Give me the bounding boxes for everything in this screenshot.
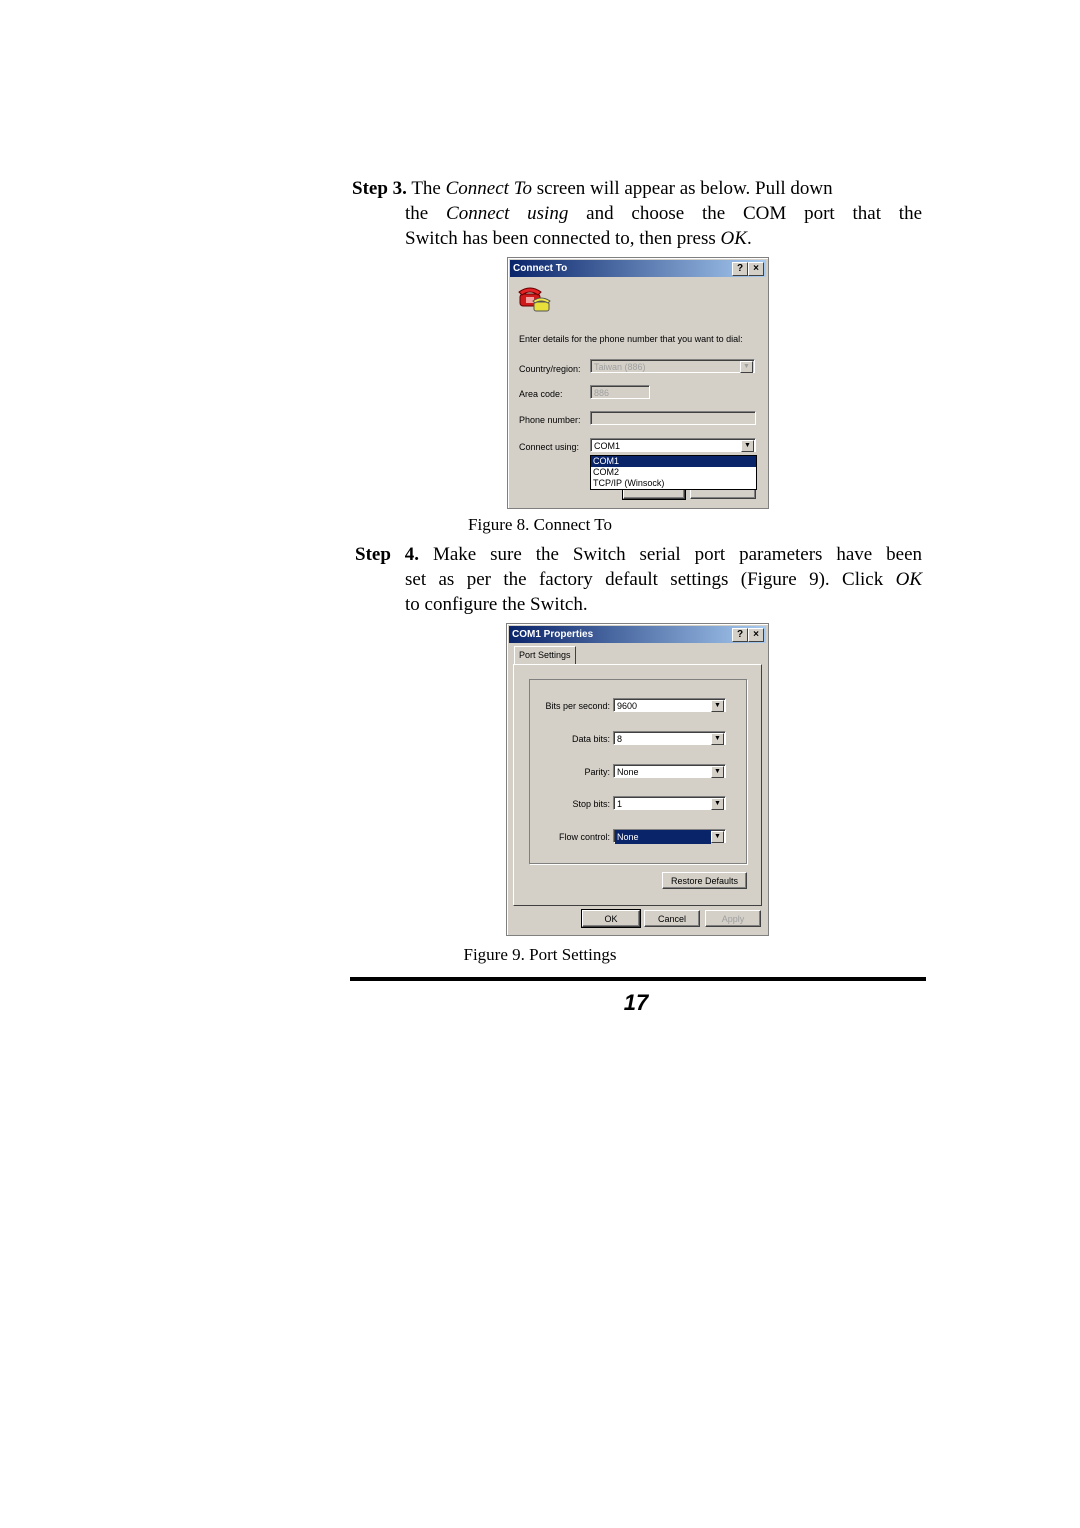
- connect-to-titlebar: Connect To ? ×: [510, 260, 766, 277]
- step-4-line-1: Step 4. Make sure the Switch serial port…: [352, 542, 922, 567]
- dropdown-arrow-icon[interactable]: ▼: [711, 733, 724, 745]
- footer-rule: [350, 977, 926, 981]
- emphasis-connect-using: Connect using: [446, 203, 569, 224]
- restore-defaults-button[interactable]: Restore Defaults: [662, 872, 747, 889]
- country-value: Taiwan (886): [594, 362, 646, 372]
- dropdown-arrow-icon[interactable]: ▼: [711, 700, 724, 712]
- step-3-line-1: Step 3. The Connect To screen will appea…: [352, 176, 922, 201]
- flow-control-label: Flow control:: [558, 832, 610, 842]
- emphasis-ok: OK: [895, 569, 922, 590]
- emphasis-ok: OK: [720, 228, 747, 249]
- text: set as per the factory default settings …: [405, 569, 896, 590]
- area-code-input[interactable]: 886: [590, 385, 650, 399]
- cancel-button[interactable]: Cancel: [644, 910, 700, 927]
- data-bits-select[interactable]: 8 ▼: [613, 731, 726, 745]
- step-4-label: Step 4.: [355, 544, 420, 565]
- figure-8-caption: Figure 8. Connect To: [468, 515, 612, 534]
- parity-label: Parity:: [584, 767, 610, 777]
- phone-number-input[interactable]: [590, 411, 756, 425]
- data-bits-label: Data bits:: [571, 734, 610, 744]
- help-button[interactable]: ?: [732, 628, 748, 642]
- step-4-line-2: set as per the factory default settings …: [352, 567, 922, 592]
- tab-port-settings[interactable]: Port Settings: [514, 646, 576, 664]
- step-3-line-2: the Connect using and choose the COM por…: [352, 201, 922, 226]
- parity-select[interactable]: None ▼: [613, 764, 726, 778]
- close-button[interactable]: ×: [748, 628, 764, 642]
- connect-using-select[interactable]: COM1 ▼: [590, 438, 756, 452]
- step-3-paragraph: Step 3. The Connect To screen will appea…: [352, 176, 922, 251]
- area-code-label: Area code:: [519, 389, 563, 399]
- dialog-title: COM1 Properties: [512, 629, 594, 640]
- text: the: [405, 203, 447, 224]
- connect-using-label: Connect using:: [519, 442, 580, 452]
- bits-per-second-value: 9600: [617, 701, 638, 711]
- bits-per-second-select[interactable]: 9600 ▼: [613, 698, 726, 712]
- figure-9-caption: Figure 9. Port Settings: [463, 945, 617, 964]
- ok-button[interactable]: OK: [581, 909, 641, 928]
- stop-bits-value: 1: [617, 799, 623, 809]
- flow-control-select[interactable]: None ▼: [613, 829, 726, 844]
- text: Make sure the Switch serial port paramet…: [432, 544, 922, 565]
- dropdown-arrow-icon[interactable]: ▼: [711, 831, 724, 843]
- stop-bits-select[interactable]: 1 ▼: [613, 796, 726, 810]
- apply-button[interactable]: Apply: [705, 910, 761, 927]
- step-3-line-3: Switch has been connected to, then press…: [352, 226, 922, 251]
- connect-using-value: COM1: [594, 441, 621, 451]
- close-button[interactable]: ×: [748, 262, 764, 276]
- dropdown-arrow-icon[interactable]: ▼: [711, 798, 724, 810]
- option-tcpip[interactable]: TCP/IP (Winsock): [591, 478, 756, 489]
- text: screen will appear as below. Pull down: [532, 178, 833, 199]
- text: The: [411, 178, 446, 199]
- country-label: Country/region:: [519, 364, 581, 374]
- help-button[interactable]: ?: [732, 262, 748, 276]
- dropdown-arrow-icon[interactable]: ▼: [740, 361, 753, 373]
- connect-using-list[interactable]: COM1 COM2 TCP/IP (Winsock): [590, 455, 757, 490]
- emphasis-connect-to: Connect To: [445, 178, 533, 199]
- option-com2[interactable]: COM2: [591, 467, 756, 478]
- stop-bits-label: Stop bits:: [572, 799, 610, 809]
- com1-properties-titlebar: COM1 Properties ? ×: [509, 626, 766, 643]
- telephone-icon: [518, 287, 551, 312]
- step-4-line-3: to configure the Switch.: [405, 594, 588, 615]
- data-bits-value: 8: [617, 734, 623, 744]
- parity-value: None: [617, 767, 639, 777]
- dropdown-arrow-icon[interactable]: ▼: [741, 440, 754, 452]
- page-number: 17: [623, 990, 649, 1015]
- prompt-text: Enter details for the phone number that …: [519, 334, 743, 344]
- text: Switch has been connected to, then press: [405, 228, 721, 249]
- country-select[interactable]: Taiwan (886) ▼: [590, 359, 755, 373]
- phone-number-label: Phone number:: [519, 415, 581, 425]
- dropdown-arrow-icon[interactable]: ▼: [711, 766, 724, 778]
- option-com1[interactable]: COM1: [591, 456, 756, 467]
- dialog-title: Connect To: [513, 263, 568, 274]
- step-4-paragraph: Step 4. Make sure the Switch serial port…: [352, 542, 922, 617]
- text: and choose the COM port that the: [568, 203, 922, 224]
- connect-to-dialog: Connect To ? × Enter details for the pho…: [507, 257, 769, 509]
- step-3-label: Step 3.: [352, 178, 407, 199]
- bits-per-second-label: Bits per second:: [545, 701, 610, 711]
- text: .: [746, 228, 752, 249]
- flow-control-value: None: [615, 830, 711, 844]
- com1-properties-dialog: COM1 Properties ? × Port Settings Bits p…: [506, 623, 769, 936]
